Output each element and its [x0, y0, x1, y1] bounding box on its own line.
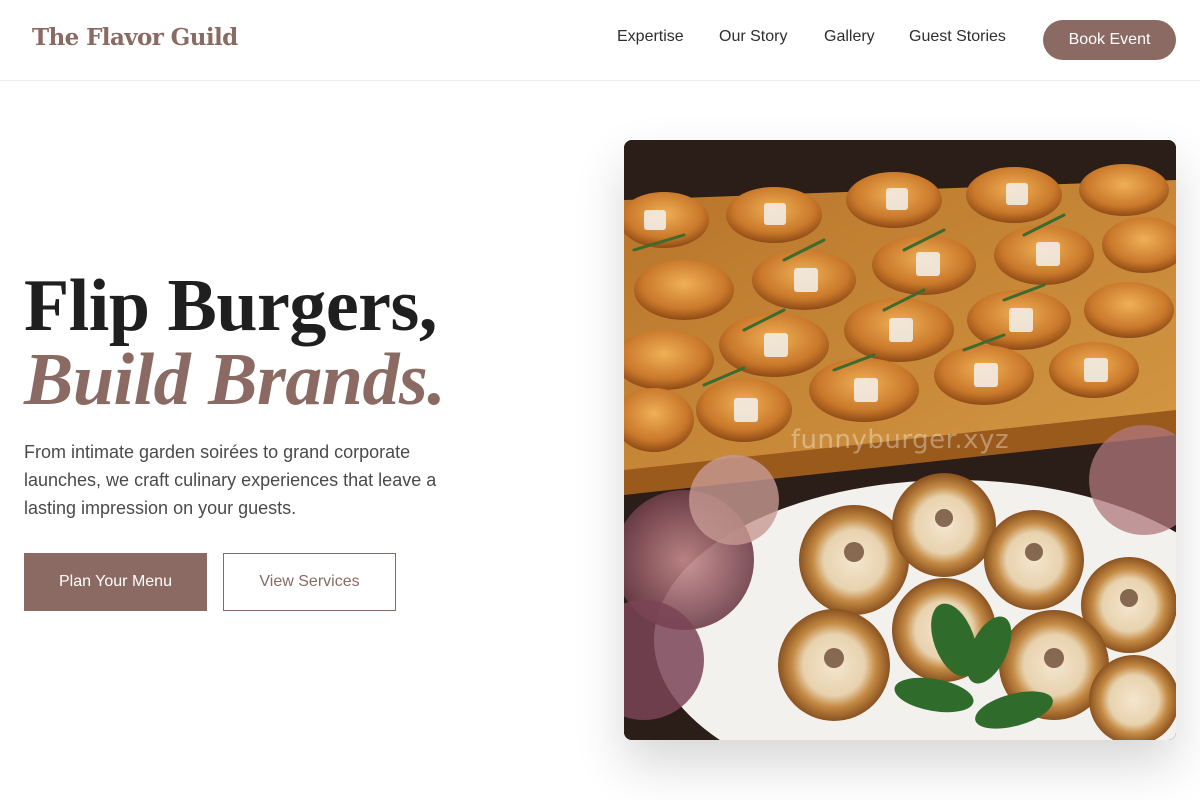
nav-link-guest-stories[interactable]: Guest Stories	[909, 28, 1006, 46]
top-navigation: The Flavor Guild Expertise Our Story Gal…	[0, 0, 1200, 81]
hero-food-image: funnyburger.xyz	[624, 140, 1176, 740]
nav-link-gallery[interactable]: Gallery	[824, 28, 875, 46]
image-watermark: funnyburger.xyz	[790, 425, 1010, 455]
hero-description: From intimate garden soirées to grand co…	[24, 442, 437, 518]
hero-title-line-1: Flip Burgers,	[24, 265, 437, 347]
plan-menu-button[interactable]: Plan Your Menu	[24, 553, 207, 611]
view-services-button[interactable]: View Services	[223, 553, 396, 611]
nav-links: Expertise Our Story Gallery Guest Storie…	[0, 28, 1200, 52]
nav-link-expertise[interactable]: Expertise	[617, 28, 684, 46]
book-event-button[interactable]: Book Event	[1043, 20, 1176, 60]
nav-link-our-story[interactable]: Our Story	[719, 28, 787, 46]
hero-title: Flip Burgers, Build Brands.	[24, 265, 584, 421]
hero-title-line-2: Build Brands.	[24, 339, 446, 421]
